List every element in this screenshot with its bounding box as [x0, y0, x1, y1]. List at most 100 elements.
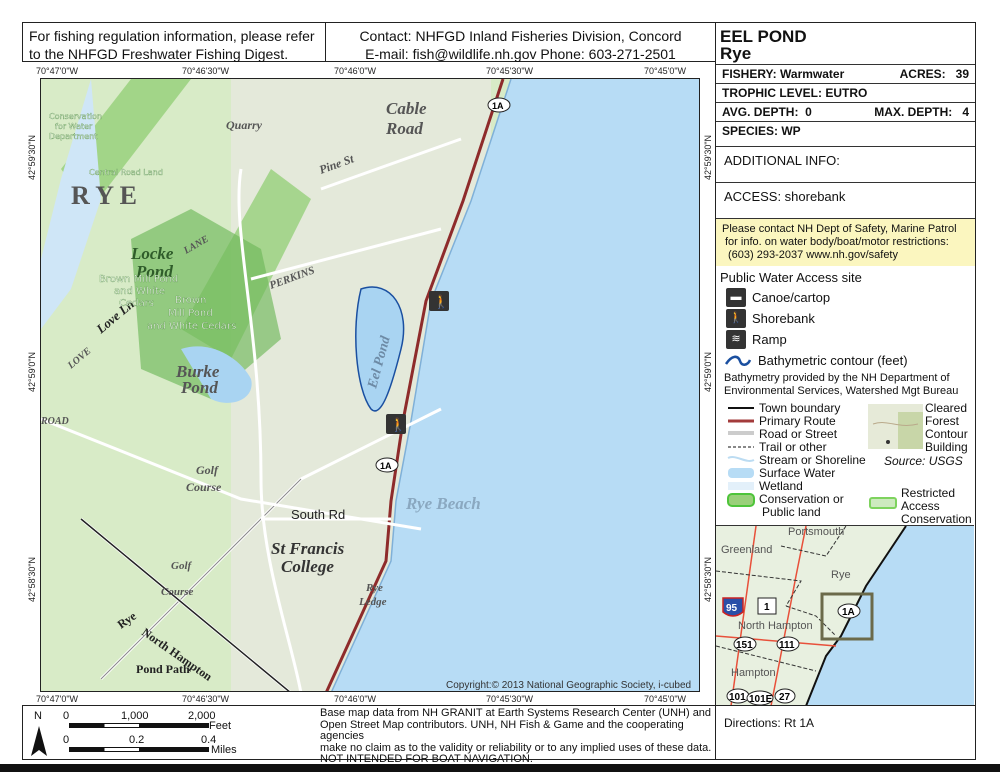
main-map[interactable]: Quarry Cable Road Pine St R Y E Locke Po…: [40, 78, 700, 692]
svg-text:1A: 1A: [492, 101, 504, 111]
lat-label: 42°58'30"N: [703, 556, 713, 602]
scale-tick: 0: [63, 734, 70, 746]
safety-notice: Please contact NH Dept of Safety, Marine…: [716, 219, 975, 266]
note-line: For fishing regulation information, plea…: [29, 28, 315, 44]
legend-label: Ramp: [752, 332, 787, 347]
lon-label: 70°47'0"W: [36, 694, 79, 704]
scale-tick: 0.2: [129, 734, 145, 746]
map-label: Road: [385, 119, 423, 138]
svg-text:27: 27: [779, 692, 791, 703]
map-label: Golf: [196, 463, 219, 477]
feet-scale-bar: [69, 723, 209, 728]
map-label: College: [281, 557, 334, 576]
legend-title: Public Water Access site: [720, 270, 862, 285]
inset-label: North Hampton: [738, 620, 813, 632]
shield-1: 1: [757, 597, 777, 615]
copyright: Copyright:© 2013 National Geographic Soc…: [446, 680, 691, 691]
pond-name: EEL POND: [720, 27, 807, 46]
scale-unit: Miles: [211, 744, 237, 756]
disclaimer: Base map data from NH GRANIT at Earth Sy…: [320, 707, 715, 766]
route-shield-1a: 1A: [487, 97, 511, 113]
map-label: Rye: [365, 582, 383, 594]
lat-label: 42°59'0"N: [703, 351, 713, 392]
usgs-sample-icon: [868, 404, 923, 449]
svg-text:1A: 1A: [842, 607, 855, 618]
map-label: Conservation: [49, 112, 102, 121]
map-label: and White Cedars: [147, 321, 236, 332]
species-label: SPECIES:: [722, 124, 779, 138]
svg-text:101: 101: [729, 692, 746, 703]
shorebank-access-icon[interactable]: 🚶: [386, 414, 406, 434]
lon-label: 70°45'0"W: [644, 66, 687, 76]
legend-label: Canoe/cartop: [752, 290, 831, 305]
map-label: Central Road Land: [89, 168, 163, 177]
shorebank-access-icon[interactable]: 🚶: [429, 291, 449, 311]
map-label: Rye Beach: [405, 494, 481, 513]
footer: N 0 1,000 2,000 Feet 0 0.2 0.4 Miles Bas…: [22, 705, 716, 765]
map-label: Mill Pond: [168, 308, 213, 319]
scale-unit: Feet: [209, 720, 232, 732]
inset-label: Greenland: [721, 544, 772, 556]
shield-151: 151: [733, 636, 757, 652]
bottom-bar: [0, 764, 1000, 772]
map-label: Quarry: [226, 118, 263, 132]
map-label: Course: [161, 586, 194, 598]
legend: Public Water Access site ▬ Canoe/cartop 🚶…: [716, 266, 975, 526]
contact-line: Contact: NHFGD Inland Fisheries Division…: [359, 28, 682, 44]
inset-label: Rye: [831, 569, 851, 581]
note-line: Bathymetry provided by the NH Department…: [724, 372, 950, 384]
line-symbols: [727, 407, 755, 507]
trophic-value: EUTRO: [825, 86, 868, 100]
directions: Directions: Rt 1A: [715, 705, 976, 760]
legend-label: Public land: [762, 505, 821, 519]
disclaimer-line: Open Street Map contributors. UNH, NH Fi…: [320, 718, 684, 742]
legend-label: Bathymetric contour (feet): [758, 353, 908, 368]
restricted-swatch: [869, 497, 897, 509]
map-label: for Water: [55, 122, 93, 131]
ramp-icon: ≋: [726, 330, 746, 349]
safety-line: Please contact NH Dept of Safety, Marine…: [722, 223, 957, 235]
map-label: South Rd: [291, 507, 345, 522]
lat-label: 42°58'30"N: [27, 556, 37, 602]
scale-tick: 1,000: [121, 710, 149, 722]
species-value: WP: [781, 124, 801, 138]
bathymetric-contour-icon: [724, 355, 752, 366]
map-label: Locke: [130, 244, 174, 263]
contact-info: Contact: NHFGD Inland Fisheries Division…: [325, 22, 716, 62]
map-label: Cable: [386, 99, 427, 118]
max-depth-label: MAX. DEPTH:: [874, 105, 953, 119]
fishery-label: FISHERY:: [722, 67, 777, 81]
svg-text:111: 111: [779, 640, 795, 651]
lon-label: 70°45'30"W: [486, 694, 534, 704]
map-label: Course: [186, 480, 222, 494]
lon-label: 70°46'0"W: [334, 694, 377, 704]
shield-95: 95: [722, 597, 744, 617]
lon-label: 70°46'30"W: [182, 694, 230, 704]
svg-text:1A: 1A: [380, 461, 392, 471]
inset-label: Portsmouth: [788, 526, 844, 538]
inset-map[interactable]: Portsmouth Greenland Rye North Hampton H…: [716, 525, 974, 705]
avg-depth-label: AVG. DEPTH:: [722, 105, 799, 119]
shield-101e: 101E: [746, 690, 774, 705]
inset-ocean: [806, 526, 974, 705]
acres-label: ACRES:: [899, 67, 946, 81]
access-info: ACCESS: shorebank: [716, 183, 975, 219]
lat-label: 42°59'30"N: [27, 134, 37, 180]
max-depth-value: 4: [962, 105, 969, 119]
map-label: and White: [114, 286, 165, 297]
shield-27: 27: [774, 688, 796, 704]
trophic-label: TROPHIC LEVEL:: [722, 86, 823, 100]
lon-label: 70°45'30"W: [486, 66, 534, 76]
canoe-icon: ▬: [726, 288, 746, 307]
map-label: Golf: [171, 560, 193, 572]
note-line: Environmental Services, Watershed Mgt Bu…: [724, 385, 959, 397]
map-label: R Y E: [71, 181, 137, 210]
additional-info: ADDITIONAL INFO:: [716, 147, 975, 183]
route-shield-1a: 1A: [375, 457, 399, 473]
safety-line: for info. on water body/boat/motor restr…: [725, 236, 949, 248]
avg-depth-value: 0: [805, 105, 812, 119]
inset-label: Hampton: [731, 667, 776, 679]
svg-text:1: 1: [764, 602, 770, 613]
lat-label: 42°59'0"N: [27, 351, 37, 392]
map-label: Pond Path: [136, 662, 190, 676]
